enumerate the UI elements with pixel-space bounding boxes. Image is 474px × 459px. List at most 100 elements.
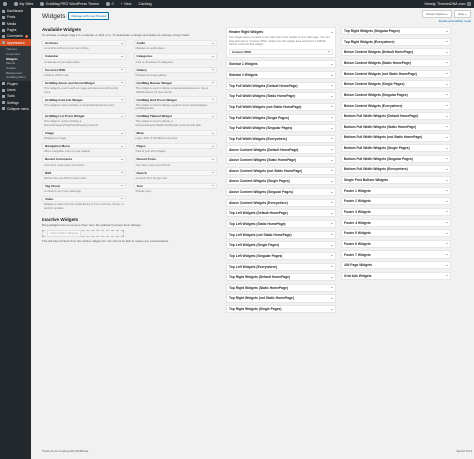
widget-area[interactable]: Bottom Full Width Widgets (Static HomePa… [341, 122, 451, 131]
available-widget[interactable]: Text Arbitrary text. [133, 182, 217, 195]
widget-area[interactable]: Top Full Width Widgets (Everywhere) [226, 134, 336, 143]
widget-area[interactable]: Top Right Widgets (Single Pages) [226, 305, 336, 314]
widget-area[interactable]: Top Right Widgets (Singular Pages) [341, 27, 451, 36]
widget-area-header-right[interactable]: Header Right Widgets This widget area is… [226, 27, 336, 58]
inactive-widgets-dropzone[interactable]: Clear Inactive Widgets [42, 229, 124, 237]
widget-area[interactable]: Bottom Full Width Widgets (Everywhere) [341, 165, 451, 174]
chevron-down-icon [331, 244, 333, 246]
widget-area[interactable]: Top Right Widgets (not Static HomePage) [226, 294, 336, 303]
available-widget[interactable]: GridMag Grid Posts Widget This widget is … [133, 96, 217, 111]
widget-area[interactable]: Footer 1 Widgets [341, 186, 451, 195]
sidebar-collapse-menu[interactable]: Collapse menu [0, 106, 31, 112]
widget-area[interactable]: Below Content Widgets (Default HomePage) [341, 48, 451, 57]
help-button[interactable]: Help [454, 10, 471, 18]
widget-area[interactable]: Sidebar 2 Widgets [226, 70, 336, 80]
widget-area[interactable]: Below Content Widgets (Singular Pages) [341, 90, 451, 99]
available-widget[interactable]: Categories A list or dropdown of categori… [133, 53, 217, 65]
widget-area[interactable]: Top Full Width Widgets (Singular Pages) [226, 124, 336, 133]
widget-area[interactable]: Top Full Width Widgets (not Static HomeP… [226, 102, 336, 111]
widget-area[interactable]: Above Content Widgets (Everywhere) [226, 198, 336, 207]
widget-area[interactable]: Top Left Widgets (Singular Pages) [226, 251, 336, 260]
widget-area[interactable]: Top Left Widgets (Single Pages) [226, 241, 336, 250]
available-widget[interactable]: GridMag Tabbed Widget This widget is used… [133, 113, 217, 128]
my-sites-link[interactable]: My Sites [14, 2, 33, 6]
available-widget[interactable]: Archives A monthly archive of your site's… [42, 40, 126, 52]
chevron-down-icon [446, 243, 448, 245]
available-widget[interactable]: Tag Cloud A cloud of your most used tags. [42, 182, 126, 195]
available-widget[interactable]: Pages A list of your site's Pages. [133, 143, 217, 155]
available-widget[interactable]: Video Displays a video from the media lib… [42, 195, 126, 211]
widget-area[interactable]: Top Left Widgets (Default HomePage) [226, 209, 336, 218]
widget-area[interactable]: Below Content Widgets (Static HomePage) [341, 58, 451, 68]
widget-area[interactable]: Above Content Widgets (Static HomePage) [226, 156, 336, 165]
widget-area[interactable]: Below Content Widgets (Single Pages) [341, 80, 451, 89]
available-widget[interactable]: Image Displays an image. [42, 130, 126, 142]
wordpress-logo-icon[interactable] [3, 2, 7, 6]
widget-area[interactable]: Footer 7 Widgets [341, 250, 451, 259]
chevron-down-icon [331, 170, 333, 172]
available-widget[interactable]: Calendar A calendar of your site's posts. [42, 53, 126, 65]
available-widget[interactable]: Audio Displays an audio player. [133, 40, 217, 52]
available-widget[interactable]: Gallery Displays an image gallery. [133, 66, 217, 79]
available-widget[interactable]: GridMag Grid Ads Widget This widget is us… [42, 96, 126, 111]
users-icon [2, 88, 5, 92]
widget-area[interactable]: Footer 4 Widgets [341, 218, 451, 227]
widget-area[interactable]: Top Full Width Widgets (Single Pages) [226, 113, 336, 122]
new-content-link[interactable]: + New [121, 2, 132, 6]
widget-area[interactable]: Top Right Widgets (Default HomePage) [226, 273, 336, 282]
comments-link[interactable]: 0 [106, 2, 114, 6]
custom-html-widget[interactable]: Custom HTML [229, 48, 333, 55]
available-widget[interactable]: Custom HTML Arbitrary HTML code. [42, 66, 126, 79]
available-widget[interactable]: GridMag List Posts Widget This widget is … [42, 113, 126, 128]
widget-area-title: Footer 5 Widgets [344, 231, 371, 236]
widget-area[interactable]: Bottom Full Width Widgets (Default HomeP… [341, 112, 451, 121]
widget-area[interactable]: Bottom Full Width Widgets (Singular Page… [341, 154, 451, 163]
howdy-account-link[interactable]: Howdy, ThemesDNA.com [424, 2, 471, 6]
widget-area[interactable]: Grid Ads Widgets [341, 271, 451, 280]
submenu-gridmag-menu[interactable]: GridMag Menu [0, 75, 31, 80]
widget-area[interactable]: Below Content Widgets (not Static HomePa… [341, 69, 451, 78]
widget-title: GridMag About and Social Widget [45, 80, 95, 85]
widget-area[interactable]: Footer 2 Widgets [341, 197, 451, 206]
widget-area[interactable]: Top Left Widgets (Static HomePage) [226, 219, 336, 229]
widget-description: Displays an image gallery. [135, 73, 167, 77]
widget-area[interactable]: Below Content Widgets (Everywhere) [341, 101, 451, 110]
available-widget[interactable]: Search A search form for your site. [133, 169, 217, 182]
enable-accessibility-link[interactable]: Enable accessibility mode [439, 19, 471, 23]
widget-title: Meta [136, 131, 144, 136]
widget-area-title: Footer 3 Widgets [344, 209, 371, 214]
available-widget[interactable]: GridMag Banner Widget This widget is used… [133, 79, 217, 95]
widget-area-header[interactable]: Header Right Widgets [229, 28, 333, 36]
widget-area[interactable]: Top Left Widgets (Everywhere) [226, 262, 336, 271]
widget-area[interactable]: 404 Page Widgets [341, 261, 451, 270]
chevron-down-icon [331, 255, 333, 257]
widget-area[interactable]: Bottom Full Width Widgets (Single Pages) [341, 144, 451, 153]
widget-area[interactable]: Top Full Width Widgets (Default HomePage… [226, 81, 336, 90]
widget-area[interactable]: Above Content Widgets (Single Pages) [226, 177, 336, 186]
widget-area[interactable]: Top Left Widgets (not Static HomePage) [226, 230, 336, 239]
available-widget[interactable]: GridMag About and Social Widget This widg… [42, 79, 126, 95]
widget-area[interactable]: Sidebar 1 Widgets [226, 60, 336, 69]
widget-area[interactable]: Top Full Width Widgets (Static HomePage) [226, 92, 336, 101]
chevron-down-icon [331, 287, 333, 289]
widget-area[interactable]: Footer 3 Widgets [341, 207, 451, 216]
caching-link[interactable]: Caching [138, 2, 151, 6]
available-widget[interactable]: Recent Posts Your site's most recent Post… [133, 156, 217, 168]
available-widget[interactable]: Meta Login, RSS, & WordPress.org links. [133, 130, 217, 142]
site-name-link[interactable]: GridMag PRO WordPress Theme [40, 2, 99, 6]
widget-area[interactable]: Above Content Widgets (Default HomePage) [226, 145, 336, 154]
clear-inactive-widgets-button[interactable]: Clear Inactive Widgets [47, 229, 81, 237]
widget-area[interactable]: Above Content Widgets (Singular Pages) [226, 188, 336, 197]
widget-area[interactable]: Top Right Widgets (Static HomePage) [226, 283, 336, 292]
manage-live-preview-button[interactable]: Manage with Live Preview [68, 12, 110, 20]
widget-area[interactable]: Top Right Widgets (Everywhere) [341, 37, 451, 46]
available-widget[interactable]: RSS Entries from any RSS or Atom feed. [42, 169, 126, 182]
widget-area[interactable]: Single Post Bottom Widgets [341, 175, 451, 185]
available-widget[interactable]: Navigation Menu Add a navigation menu to … [42, 143, 126, 155]
screen-options-button[interactable]: Screen Options [421, 10, 453, 18]
widget-area[interactable]: Footer 5 Widgets [341, 229, 451, 238]
widget-area[interactable]: Footer 6 Widgets [341, 239, 451, 248]
available-widget[interactable]: Recent Comments Your site's most recent c… [42, 156, 126, 168]
widget-area[interactable]: Bottom Full Width Widgets (not Static Ho… [341, 133, 451, 142]
widget-area[interactable]: Above Content Widgets (not Static HomePa… [226, 166, 336, 175]
